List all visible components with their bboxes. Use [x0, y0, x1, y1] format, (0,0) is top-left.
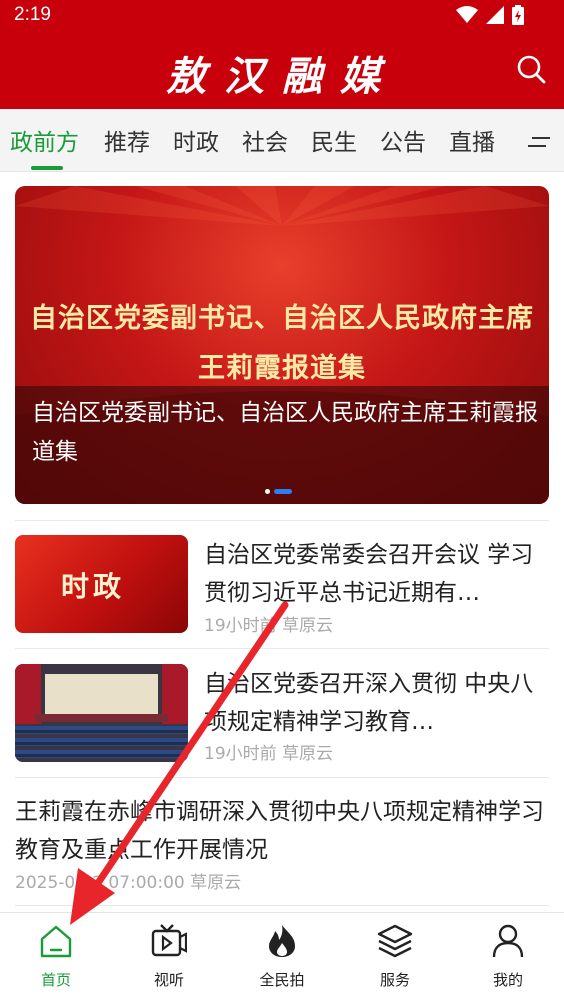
news-thumbnail-shizheng[interactable]: 时政	[15, 535, 188, 633]
tab-zhibo[interactable]: 直播	[449, 123, 495, 157]
news-meta: 19小时前 草原云	[204, 616, 334, 636]
nav-video-label: 视听	[153, 971, 184, 989]
search-icon[interactable]	[516, 54, 546, 84]
nav-profile-label: 我的	[492, 971, 523, 989]
fire-icon	[269, 925, 295, 957]
layers-icon	[377, 924, 413, 958]
banner-headline-line1: 自治区党委副书记、自治区人民政府主席	[30, 303, 534, 334]
status-bar: 2:19	[0, 0, 564, 30]
list-divider	[15, 648, 549, 649]
tab-zhengqianfang[interactable]: 政前方	[10, 123, 79, 157]
list-divider	[15, 777, 549, 778]
list-divider	[15, 520, 549, 521]
active-tab-indicator	[31, 166, 63, 170]
list-divider	[15, 905, 549, 906]
carousel-pager	[265, 489, 292, 494]
news-title[interactable]: 王莉霞在赤峰市调研深入贯彻中央八项规定精神学习教育及重点工作开展情况	[15, 793, 549, 869]
signal-icon	[486, 6, 504, 24]
news-thumbnail-meeting-photo[interactable]	[15, 664, 188, 762]
nav-home-label: 首页	[40, 971, 71, 989]
news-meta: 19小时前 草原云	[204, 744, 334, 764]
banner-carousel[interactable]: 自治区党委副书记、自治区人民政府主席 王莉霞报道集 自治区党委副书记、自治区人民…	[15, 186, 549, 504]
status-icons	[456, 5, 524, 25]
nav-home[interactable]: 首页	[0, 913, 112, 998]
banner-caption: 自治区党委副书记、自治区人民政府主席王莉霞报道集	[32, 400, 538, 465]
nav-citizen-photo-label: 全民拍	[259, 971, 305, 989]
user-icon	[492, 924, 524, 958]
nav-profile[interactable]: 我的	[452, 913, 564, 998]
meeting-hall-image	[15, 664, 188, 762]
tv-play-icon	[151, 924, 187, 957]
thumbnail-label: 时政	[61, 570, 126, 603]
news-title[interactable]: 自治区党委常委会召开会议 学习贯彻习近平总书记近期有…	[204, 536, 550, 612]
category-tabs: 政前方 推荐 时政 社会 民生 公告 直播	[0, 109, 564, 172]
bottom-navigation: 首页 视听 全民拍 服务 我的	[0, 912, 564, 998]
battery-icon	[512, 5, 524, 25]
nav-video[interactable]: 视听	[113, 913, 225, 998]
banner-headline-line2: 王莉霞报道集	[198, 353, 366, 384]
app-header: 敖汉融媒	[0, 30, 564, 109]
news-meta: 2025-05-2 07:00:00 草原云	[15, 873, 242, 893]
carousel-dot[interactable]	[265, 489, 270, 494]
menu-more-icon[interactable]	[528, 135, 550, 149]
nav-services-label: 服务	[379, 971, 410, 989]
app-title: 敖汉融媒	[166, 53, 398, 100]
news-title[interactable]: 自治区党委召开深入贯彻 中央八项规定精神学习教育…	[204, 665, 550, 741]
tab-gonggao[interactable]: 公告	[380, 123, 426, 157]
home-icon	[40, 925, 72, 958]
tab-minsheng[interactable]: 民生	[311, 123, 357, 157]
wifi-icon	[456, 6, 478, 23]
nav-services[interactable]: 服务	[339, 913, 451, 998]
tab-shehui[interactable]: 社会	[242, 123, 288, 157]
tab-shizheng[interactable]: 时政	[173, 123, 219, 157]
nav-citizen-photo[interactable]: 全民拍	[226, 913, 338, 998]
status-time: 2:19	[14, 4, 51, 25]
tab-tuijian[interactable]: 推荐	[104, 123, 150, 157]
carousel-dot-active[interactable]	[274, 489, 292, 494]
